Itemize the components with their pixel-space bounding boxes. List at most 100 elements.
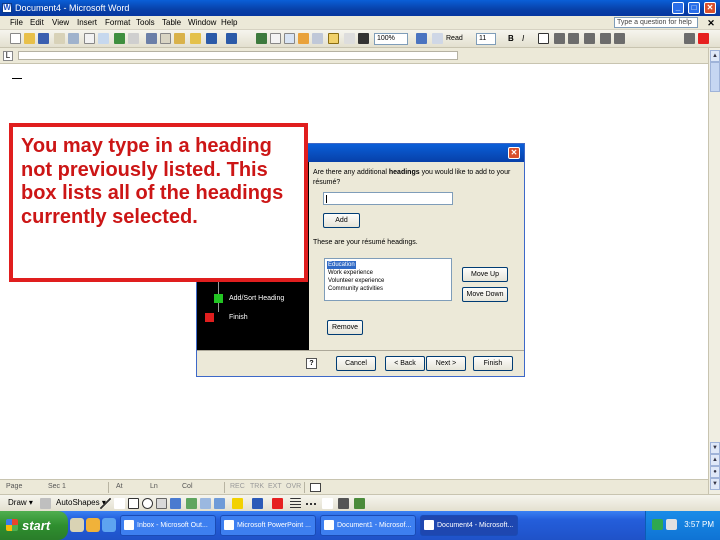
autoshapes-menu-button[interactable]: AutoShapes ▾: [56, 498, 106, 508]
oval-icon[interactable]: [142, 498, 153, 509]
save-icon[interactable]: [38, 33, 49, 44]
open-folder-icon[interactable]: [24, 33, 35, 44]
research-icon[interactable]: [128, 33, 139, 44]
move-down-button[interactable]: Move Down: [462, 287, 508, 302]
tables-borders-icon[interactable]: [270, 33, 281, 44]
status-rec[interactable]: REC: [230, 480, 245, 494]
menu-insert[interactable]: Insert: [77, 18, 97, 28]
heading-list-item[interactable]: Work experience: [327, 269, 374, 277]
quick-launch-firefox-icon[interactable]: [86, 518, 100, 532]
menu-help[interactable]: Help: [221, 18, 237, 28]
next-page-icon[interactable]: ▼: [710, 478, 720, 490]
scroll-thumb[interactable]: [710, 62, 720, 92]
email-icon[interactable]: [68, 33, 79, 44]
tray-volume-icon[interactable]: [666, 519, 677, 530]
arrow-icon[interactable]: [114, 498, 125, 509]
bullets-icon[interactable]: [614, 33, 625, 44]
heading-list-item[interactable]: Community activities: [327, 285, 384, 293]
dash-style-icon[interactable]: [306, 498, 317, 509]
line-icon[interactable]: [100, 498, 111, 509]
border-icon[interactable]: [684, 33, 695, 44]
start-button[interactable]: start: [0, 511, 68, 540]
align-left-icon[interactable]: [554, 33, 565, 44]
insert-table-icon[interactable]: [284, 33, 295, 44]
quick-launch-desktop-icon[interactable]: [70, 518, 84, 532]
line-style-icon[interactable]: [290, 498, 301, 509]
status-trk[interactable]: TRK: [250, 480, 264, 494]
help-icon[interactable]: [416, 33, 427, 44]
diagram-icon[interactable]: [186, 498, 197, 509]
scroll-down-icon[interactable]: ▼: [710, 442, 720, 454]
menu-format[interactable]: Format: [105, 18, 130, 28]
print-preview-icon[interactable]: [98, 33, 109, 44]
remove-button[interactable]: Remove: [327, 320, 363, 335]
close-document-button[interactable]: ✕: [706, 18, 716, 28]
horizontal-ruler[interactable]: L: [0, 48, 708, 64]
move-up-button[interactable]: Move Up: [462, 267, 508, 282]
menu-file[interactable]: File: [10, 18, 23, 28]
vertical-scrollbar[interactable]: ▲ ▼ ▲ ● ▼: [708, 48, 720, 494]
permission-icon[interactable]: [54, 33, 65, 44]
headings-listbox[interactable]: Education Work experience Volunteer experi…: [324, 258, 452, 301]
heading-input[interactable]: [323, 192, 453, 205]
status-ext[interactable]: EXT: [268, 480, 282, 494]
shadow-style-icon[interactable]: [338, 498, 349, 509]
draw-menu-button[interactable]: Draw ▾: [8, 498, 33, 508]
previous-page-icon[interactable]: ▲: [710, 454, 720, 466]
format-painter-icon[interactable]: [190, 33, 201, 44]
task-powerpoint[interactable]: Microsoft PowerPoint ...: [220, 515, 316, 536]
quick-launch-ie-icon[interactable]: [102, 518, 116, 532]
maximize-button[interactable]: □: [688, 2, 700, 14]
help-question-input[interactable]: Type a question for help: [614, 17, 698, 28]
next-button[interactable]: Next >: [426, 356, 466, 371]
finish-button[interactable]: Finish: [473, 356, 513, 371]
task-document1[interactable]: Document1 - Microsof...: [320, 515, 416, 536]
text-box-icon[interactable]: [156, 498, 167, 509]
drawing-icon[interactable]: [328, 33, 339, 44]
underline-icon[interactable]: [538, 33, 549, 44]
hyperlink-icon[interactable]: [256, 33, 267, 44]
spelling-icon[interactable]: [114, 33, 125, 44]
wordart-icon[interactable]: [170, 498, 181, 509]
menu-view[interactable]: View: [52, 18, 69, 28]
columns-icon[interactable]: [312, 33, 323, 44]
tab-selector-icon[interactable]: L: [3, 51, 13, 61]
back-button[interactable]: < Back: [385, 356, 425, 371]
rectangle-icon[interactable]: [128, 498, 139, 509]
font-color-icon[interactable]: [698, 33, 709, 44]
close-window-button[interactable]: ✕: [704, 2, 716, 14]
read-label[interactable]: Read: [446, 34, 463, 44]
status-ovr[interactable]: OVR: [286, 480, 301, 494]
picture-icon[interactable]: [214, 498, 225, 509]
cancel-button[interactable]: Cancel: [336, 356, 376, 371]
menu-tools[interactable]: Tools: [136, 18, 155, 28]
fill-color-icon[interactable]: [232, 498, 243, 509]
menu-window[interactable]: Window: [188, 18, 216, 28]
dialog-close-button[interactable]: ✕: [508, 147, 520, 159]
insert-excel-icon[interactable]: [298, 33, 309, 44]
zoom-select[interactable]: 100%: [374, 33, 408, 45]
show-hide-icon[interactable]: [358, 33, 369, 44]
font-color-draw-icon[interactable]: [272, 498, 283, 509]
center-icon[interactable]: [568, 33, 579, 44]
read-icon[interactable]: [432, 33, 443, 44]
task-document4[interactable]: Document4 - Microsoft...: [420, 515, 518, 536]
undo-icon[interactable]: [206, 33, 217, 44]
heading-list-item[interactable]: Volunteer experience: [327, 277, 385, 285]
numbering-icon[interactable]: [600, 33, 611, 44]
font-size-select[interactable]: 11: [476, 33, 496, 45]
scroll-up-icon[interactable]: ▲: [710, 50, 720, 62]
print-icon[interactable]: [84, 33, 95, 44]
menu-edit[interactable]: Edit: [30, 18, 44, 28]
minimize-button[interactable]: _: [672, 2, 684, 14]
clip-art-icon[interactable]: [200, 498, 211, 509]
copy-icon[interactable]: [160, 33, 171, 44]
arrow-style-icon[interactable]: [322, 498, 333, 509]
add-button[interactable]: Add: [323, 213, 360, 228]
cut-icon[interactable]: [146, 33, 157, 44]
word-app-icon[interactable]: W: [2, 3, 12, 13]
browse-object-icon[interactable]: ●: [710, 466, 720, 478]
3d-style-icon[interactable]: [354, 498, 365, 509]
redo-icon[interactable]: [226, 33, 237, 44]
heading-list-item[interactable]: Education: [327, 261, 356, 269]
